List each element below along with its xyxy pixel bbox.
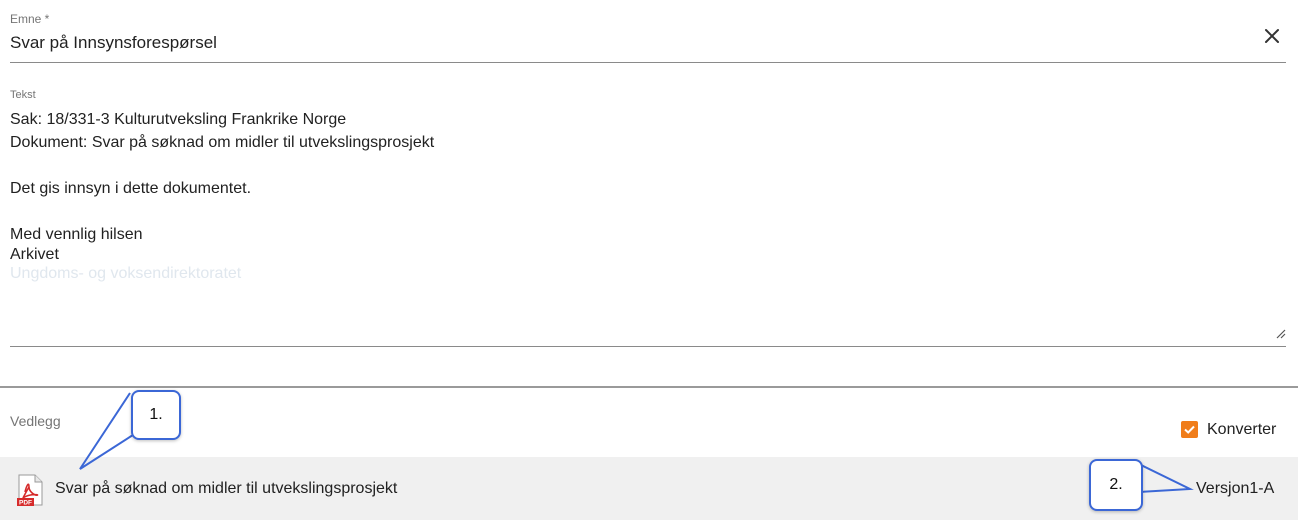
checkmark-icon [1184,425,1195,434]
pdf-icon: PDF [16,474,44,507]
convert-checkbox[interactable] [1181,421,1198,438]
svg-text:PDF: PDF [19,500,32,507]
text-line: Det gis innsyn i dette dokumentet. [10,180,252,197]
text-area[interactable]: Sak: 18/331-3 Kulturutveksling Frankrike… [10,108,1286,346]
text-line [10,154,1286,177]
text-line: Dokument: Svar på søknad om midler til u… [10,134,435,151]
clear-subject-icon[interactable] [1262,26,1282,46]
text-line: Sak: 18/331-3 Kulturutveksling Frankrike… [10,111,347,128]
subject-label: Emne * [10,12,50,26]
text-line: Arkivet [10,246,59,263]
convert-label[interactable]: Konverter [1207,421,1276,439]
resize-handle-icon[interactable] [1274,326,1286,339]
text-line: Med vennlig hilsen [10,226,143,243]
attachment-name[interactable]: Svar på søknad om midler til utvekslings… [55,480,397,498]
text-underline [10,346,1286,347]
callout-1: 1. [131,390,181,440]
callout-2-pointer [1138,463,1194,493]
attachment-version: Versjon1-A [1196,480,1275,497]
attachments-label: Vedlegg [10,413,61,429]
text-line [10,200,1286,223]
subject-input[interactable]: Svar på Innsynsforespørsel [10,33,1250,53]
callout-2: 2. [1089,459,1143,511]
subject-underline [10,62,1286,63]
text-label: Tekst [10,89,36,101]
text-line: Ungdoms- og voksendirektoratet [10,265,242,282]
